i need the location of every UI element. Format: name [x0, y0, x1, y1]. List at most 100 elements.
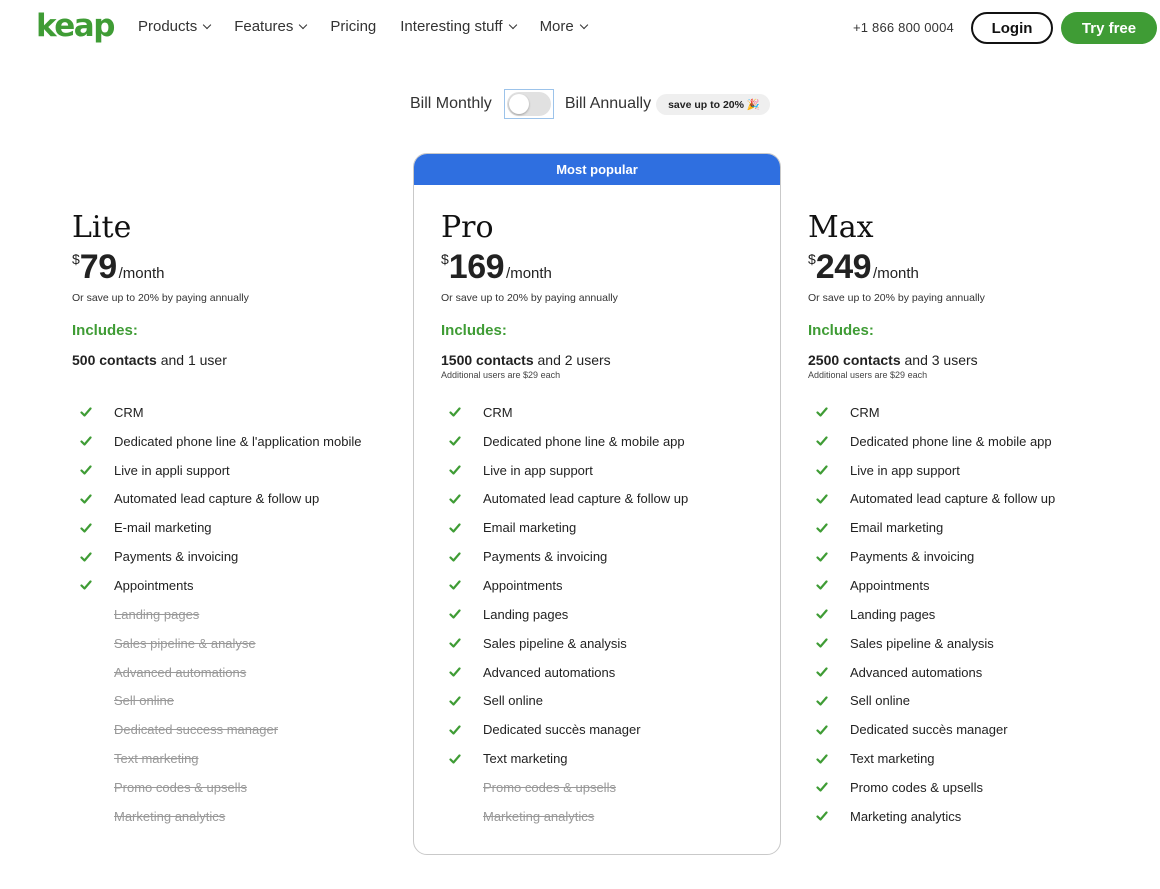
feature-label: Sell online [483, 693, 543, 709]
feature-label: CRM [114, 404, 144, 420]
feature-item: Advanced automations [441, 658, 761, 687]
login-button[interactable]: Login [971, 12, 1053, 44]
check-icon [80, 436, 92, 446]
feature-label: Text marketing [483, 751, 568, 767]
billing-toggle-row: Bill Monthly Bill Annually save up to 20… [410, 88, 770, 120]
check-icon [816, 667, 828, 677]
feature-label: Sell online [850, 693, 910, 709]
check-icon [449, 580, 461, 591]
additional-users-note: Additional users are $29 each [808, 370, 928, 380]
chevron-down-icon [202, 20, 212, 29]
feature-label: Text marketing [114, 751, 199, 767]
keap-logo[interactable]: keap [36, 8, 115, 44]
contacts-count: 500 contacts [72, 352, 157, 368]
nav-products[interactable]: Products [138, 18, 212, 35]
feature-label: Text marketing [850, 751, 935, 767]
check-icon [816, 782, 828, 792]
price-period: /month [506, 265, 552, 282]
try-free-button[interactable]: Try free [1061, 12, 1157, 44]
feature-item: Automated lead capture & follow up [441, 485, 761, 514]
check-icon [816, 436, 828, 446]
feature-label: Appointments [114, 577, 194, 593]
nav-more[interactable]: More [540, 18, 588, 35]
feature-item: Promo codes & upsells [441, 773, 761, 802]
feature-item: Dedicated success manager [72, 715, 392, 744]
nav-interesting-stuff[interactable]: Interesting stuff [400, 18, 517, 35]
check-icon [449, 436, 461, 446]
users-count: and 2 users [533, 352, 611, 368]
toggle-knob [508, 94, 529, 114]
check-icon [816, 725, 828, 735]
check-icon [449, 552, 461, 562]
feature-item: Marketing analytics [441, 802, 761, 831]
feature-label: E-mail marketing [114, 520, 212, 536]
feature-label: Payments & invoicing [850, 549, 975, 565]
check-icon [449, 638, 461, 648]
check-icon [816, 523, 828, 533]
contacts-count: 1500 contacts [441, 352, 534, 368]
feature-item: Promo codes & upsells [808, 773, 1128, 802]
feature-label: Landing pages [483, 606, 569, 622]
feature-label: Live in app support [850, 462, 960, 478]
check-icon [816, 638, 828, 648]
feature-item: CRM [72, 398, 392, 427]
feature-label: Sales pipeline & analysis [483, 635, 627, 651]
check-icon [449, 667, 461, 677]
feature-item: Dedicated succès manager [441, 715, 761, 744]
feature-item: Payments & invoicing [808, 542, 1128, 571]
users-count: and 3 users [900, 352, 978, 368]
feature-label: Advanced automations [850, 664, 983, 680]
price-amount: 79 [79, 248, 117, 286]
feature-label: Marketing analytics [850, 808, 962, 824]
plan-max: Max $249/month Or save up to 20% by paying… [808, 210, 1128, 824]
feature-label: Dedicated phone line & mobile app [483, 433, 685, 449]
check-icon [449, 465, 461, 475]
contacts-users: 1500 contacts and 2 users [441, 352, 761, 368]
feature-item: Email marketing [441, 513, 761, 542]
feature-label: Payments & invoicing [483, 549, 608, 565]
feature-label: Dedicated success manager [114, 722, 279, 738]
feature-list: CRM Dedicated phone line & l'application … [72, 398, 392, 831]
feature-label: Sales pipeline & analysis [850, 635, 994, 651]
includes-heading: Includes: [808, 322, 874, 339]
check-icon [80, 494, 92, 504]
feature-item: Sell online [808, 686, 1128, 715]
nav-pricing[interactable]: Pricing [330, 18, 376, 35]
feature-item: Dedicated phone line & mobile app [808, 427, 1128, 456]
feature-label: Marketing analytics [114, 808, 226, 824]
phone-number-link[interactable]: +1 866 800 0004 [853, 20, 954, 35]
additional-users-note: Additional users are $29 each [441, 370, 561, 380]
contacts-users: 500 contacts and 1 user [72, 352, 392, 368]
feature-item: Email marketing [808, 513, 1128, 542]
feature-item: Appointments [72, 571, 392, 600]
feature-label: Appointments [483, 577, 563, 593]
feature-label: Dedicated phone line & mobile app [850, 433, 1052, 449]
toggle-track [506, 92, 551, 116]
check-icon [80, 407, 92, 418]
nav-features[interactable]: Features [234, 18, 308, 35]
feature-item: Automated lead capture & follow up [808, 485, 1128, 514]
feature-label: Dedicated succès manager [483, 722, 641, 738]
bill-monthly-label: Bill Monthly [410, 95, 492, 112]
feature-label: Landing pages [114, 606, 200, 622]
contacts-count: 2500 contacts [808, 352, 901, 368]
currency-symbol: $ [441, 251, 449, 267]
currency-symbol: $ [808, 251, 816, 267]
billing-toggle[interactable] [503, 89, 554, 119]
feature-item: E-mail marketing [72, 513, 392, 542]
feature-label: CRM [483, 404, 513, 420]
feature-label: Promo codes & upsells [483, 779, 616, 795]
plan-lite: Lite $79/month Or save up to 20% by paying… [72, 210, 392, 824]
price-amount: 169 [448, 248, 505, 286]
feature-label: Sell online [114, 693, 174, 709]
nav-links: Products Features Pricing Interesting st… [138, 18, 611, 35]
additional-users-note [72, 370, 392, 382]
check-icon [80, 523, 92, 533]
feature-item: CRM [808, 398, 1128, 427]
annual-savings-note: Or save up to 20% by paying annually [808, 292, 985, 304]
feature-label: Sales pipeline & analyse [114, 635, 256, 651]
plan-name: Max [808, 210, 874, 245]
feature-item: Text marketing [441, 744, 761, 773]
feature-label: CRM [850, 404, 880, 420]
check-icon [80, 580, 92, 591]
